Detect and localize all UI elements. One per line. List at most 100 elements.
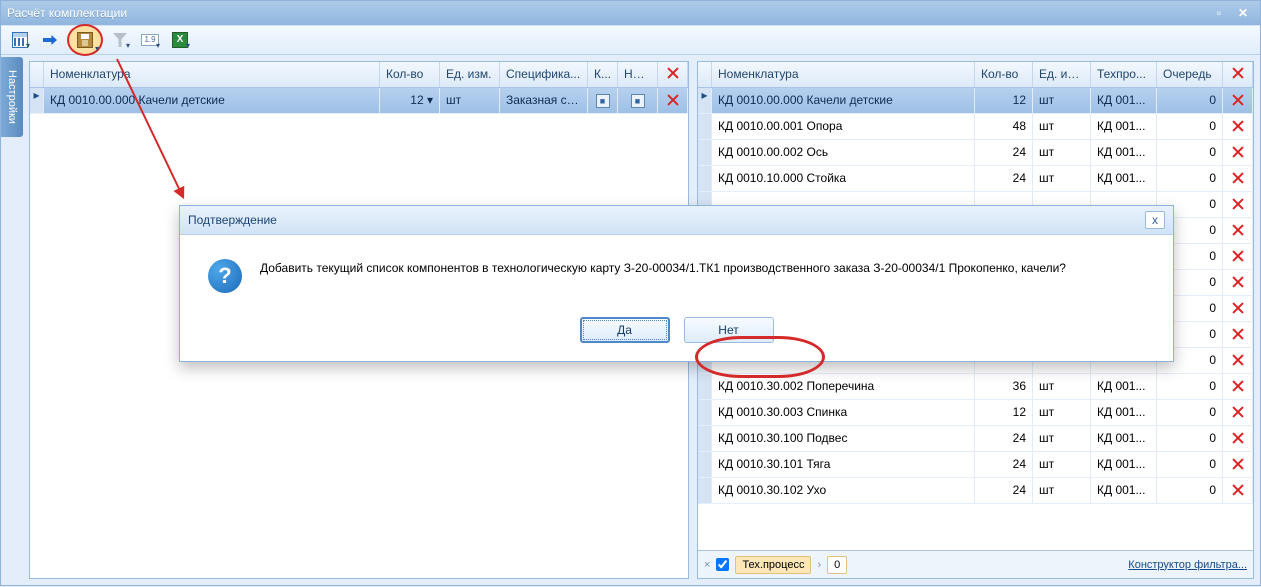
right-header-queue[interactable]: Очередь — [1157, 62, 1223, 87]
cell-delete[interactable] — [1223, 88, 1253, 113]
left-header-nek[interactable]: Не к... — [618, 62, 658, 87]
left-header-qty[interactable]: Кол-во — [380, 62, 440, 87]
dialog-close-button[interactable]: x — [1145, 211, 1165, 229]
right-header-qty[interactable]: Кол-во — [975, 62, 1033, 87]
sidetab-settings[interactable]: Настройки — [1, 57, 23, 137]
cell-tp: КД 001... — [1091, 140, 1157, 165]
cell-delete[interactable] — [1223, 296, 1253, 321]
export-excel-button[interactable] — [167, 28, 193, 52]
footer-filter-value[interactable]: 0 — [827, 556, 847, 574]
table-row[interactable]: КД 0010.00.002 Ось24штКД 001...0 — [698, 140, 1253, 166]
delete-icon — [1231, 66, 1245, 80]
cell-k[interactable] — [588, 88, 618, 113]
footer-filter-sep: › — [817, 559, 821, 571]
cell-queue: 0 — [1157, 426, 1223, 451]
delete-icon — [666, 66, 680, 80]
left-grid-header: Номенклатура Кол-во Ед. изм. Специфика..… — [30, 62, 688, 88]
table-row[interactable]: КД 0010.30.002 Поперечина36штКД 001...0 — [698, 374, 1253, 400]
cell-tp: КД 001... — [1091, 478, 1157, 503]
table-row[interactable]: КД 0010.10.000 Стойка24штКД 001...0 — [698, 166, 1253, 192]
cell-nek[interactable] — [618, 88, 658, 113]
run-button[interactable] — [37, 28, 63, 52]
left-header-uom[interactable]: Ед. изм. — [440, 62, 500, 87]
row-marker — [698, 400, 712, 425]
table-row[interactable]: КД 0010.00.001 Опора48штКД 001...0 — [698, 114, 1253, 140]
row-marker: ▸ — [698, 88, 712, 113]
left-header-k[interactable]: К... — [588, 62, 618, 87]
cell-qty[interactable]: 12 ▾ — [380, 88, 440, 113]
cell-uom: шт — [1033, 400, 1091, 425]
cell-item: КД 0010.00.000 Качели детские — [712, 88, 975, 113]
row-marker — [698, 140, 712, 165]
cell-queue: 0 — [1157, 452, 1223, 477]
table-row[interactable]: КД 0010.30.100 Подвес24штКД 001...0 — [698, 426, 1253, 452]
delete-icon — [1231, 353, 1245, 367]
cell-uom: шт — [1033, 140, 1091, 165]
right-header-tp[interactable]: Техпро... — [1091, 62, 1157, 87]
number-dropdown-button[interactable]: 1.9 — [137, 28, 163, 52]
cell-tp: КД 001... — [1091, 426, 1157, 451]
cell-delete[interactable] — [1223, 192, 1253, 217]
table-row[interactable]: ▸КД 0010.00.000 Качели детские12 ▾штЗака… — [30, 88, 688, 114]
table-row[interactable]: ▸КД 0010.00.000 Качели детские12штКД 001… — [698, 88, 1253, 114]
question-icon: ? — [208, 259, 242, 293]
filter-dropdown-button[interactable] — [107, 28, 133, 52]
cell-delete[interactable] — [1223, 166, 1253, 191]
delete-icon — [1231, 145, 1245, 159]
cell-delete[interactable] — [1223, 348, 1253, 373]
delete-icon — [1231, 93, 1245, 107]
table-row[interactable]: КД 0010.30.101 Тяга24штКД 001...0 — [698, 452, 1253, 478]
table-row[interactable]: КД 0010.30.102 Ухо24штКД 001...0 — [698, 478, 1253, 504]
cell-delete[interactable] — [1223, 244, 1253, 269]
row-marker — [698, 166, 712, 191]
dialog-no-button[interactable]: Нет — [684, 317, 774, 343]
cell-uom: шт — [1033, 478, 1091, 503]
footer-filter-label[interactable]: Тех.процесс — [735, 556, 811, 574]
cell-delete[interactable] — [1223, 478, 1253, 503]
cell-delete[interactable] — [658, 88, 688, 113]
arrow-right-icon — [43, 35, 57, 45]
dialog-title: Подтверждение — [188, 213, 277, 227]
cell-tp: КД 001... — [1091, 166, 1157, 191]
footer-filter-checkbox[interactable] — [716, 558, 729, 571]
cell-delete[interactable] — [1223, 218, 1253, 243]
calc-dropdown-button[interactable] — [7, 28, 33, 52]
left-header-spec[interactable]: Специфика... — [500, 62, 588, 87]
cell-qty: 24 — [975, 140, 1033, 165]
cell-qty: 24 — [975, 478, 1033, 503]
minimize-button[interactable]: ▫ — [1208, 6, 1230, 20]
cell-uom: шт — [1033, 452, 1091, 477]
left-header-delete[interactable] — [658, 62, 688, 87]
row-marker — [698, 374, 712, 399]
cell-tp: КД 001... — [1091, 400, 1157, 425]
right-header-uom[interactable]: Ед. изм. — [1033, 62, 1091, 87]
cell-delete[interactable] — [1223, 400, 1253, 425]
cell-delete[interactable] — [1223, 270, 1253, 295]
footer-close-filter[interactable]: × — [704, 559, 710, 571]
cell-queue: 0 — [1157, 166, 1223, 191]
footer-filter-builder-link[interactable]: Конструктор фильтра... — [1128, 559, 1247, 571]
dialog-body: ? Добавить текущий список компонентов в … — [180, 235, 1173, 309]
cell-delete[interactable] — [1223, 322, 1253, 347]
cell-queue: 0 — [1157, 478, 1223, 503]
dialog-yes-button[interactable]: Да — [580, 317, 670, 343]
cell-queue: 0 — [1157, 400, 1223, 425]
save-button[interactable] — [67, 24, 103, 56]
table-row[interactable]: КД 0010.30.003 Спинка12штКД 001...0 — [698, 400, 1253, 426]
left-header-item[interactable]: Номенклатура — [44, 62, 380, 87]
close-button[interactable]: ✕ — [1232, 6, 1254, 20]
dialog-buttons: Да Нет — [180, 309, 1173, 361]
delete-icon — [1231, 249, 1245, 263]
row-marker: ▸ — [30, 88, 44, 113]
cell-uom: шт — [440, 88, 500, 113]
cell-delete[interactable] — [1223, 114, 1253, 139]
cell-item: КД 0010.30.102 Ухо — [712, 478, 975, 503]
cell-delete[interactable] — [1223, 452, 1253, 477]
delete-icon — [1231, 405, 1245, 419]
cell-delete[interactable] — [1223, 426, 1253, 451]
right-header-delete[interactable] — [1223, 62, 1253, 87]
right-header-item[interactable]: Номенклатура — [712, 62, 975, 87]
cell-delete[interactable] — [1223, 374, 1253, 399]
cell-delete[interactable] — [1223, 140, 1253, 165]
cell-uom: шт — [1033, 166, 1091, 191]
